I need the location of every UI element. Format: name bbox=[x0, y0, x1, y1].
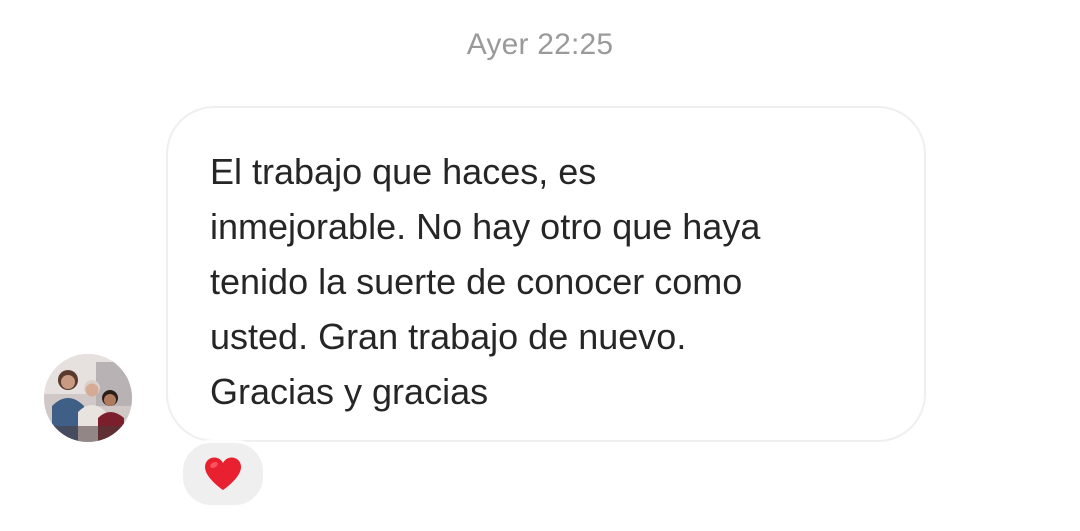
sender-avatar[interactable] bbox=[44, 354, 132, 442]
message-text: El trabajo que haces, es inmejorable. No… bbox=[210, 151, 761, 412]
message-timestamp: Ayer 22:25 bbox=[466, 28, 614, 61]
message-reaction[interactable] bbox=[180, 440, 266, 508]
profile-photo-icon bbox=[44, 354, 132, 442]
message-bubble[interactable]: El trabajo que haces, es inmejorable. No… bbox=[166, 106, 926, 442]
red-heart-icon bbox=[205, 457, 241, 490]
